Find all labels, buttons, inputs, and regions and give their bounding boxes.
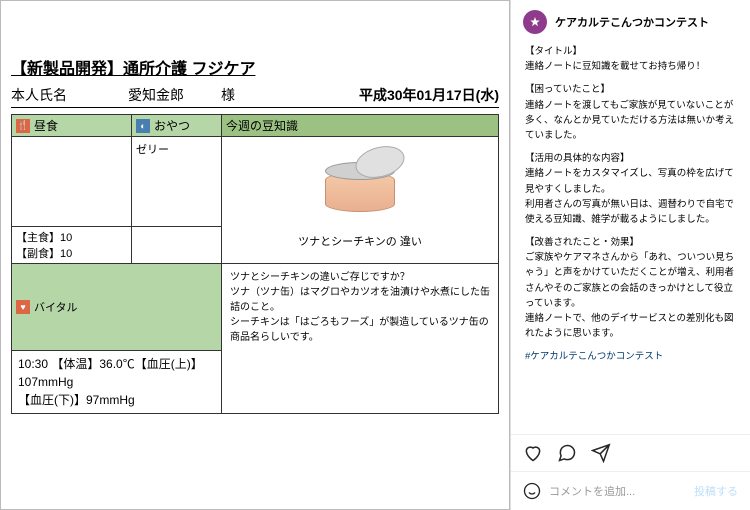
person-suffix: 様 <box>221 85 271 105</box>
vitals-header: ♥ バイタル <box>12 264 222 351</box>
tuna-can-image <box>320 152 400 212</box>
trivia-text-cell: ツナとシーチキンの違いご存じですか？ ツナ（ツナ缶）はマグロやカツオを油漬けや水… <box>222 264 498 351</box>
post-header: ケアカルテこんつかコンテスト <box>511 0 750 44</box>
lunch-footer: 【主食】10 【副食】10 <box>12 227 132 264</box>
document-panel: 【新製品開発】通所介護 フジケア 本人氏名 愛知金郎 様 平成30年01月17日… <box>0 0 510 510</box>
social-panel: ケアカルテこんつかコンテスト 【タイトル】連絡ノートに豆知識を載せてお持ち帰り！… <box>510 0 750 510</box>
care-chart: 🍴 昼食 ◐ おやつ 今週の豆知識 ゼリー <box>11 114 499 414</box>
hashtag[interactable]: #ケアカルテこんつかコンテスト <box>525 349 736 364</box>
lunch-header: 🍴 昼食 <box>12 115 132 137</box>
vitals-icon: ♥ <box>16 300 30 314</box>
trivia-header: 今週の豆知識 <box>222 115 498 137</box>
comment-input[interactable]: コメントを追加... <box>549 483 686 499</box>
share-icon[interactable] <box>591 443 611 463</box>
trivia-caption-cell: ツナとシーチキンの 違い <box>222 227 498 264</box>
person-name: 愛知金郎 <box>91 85 221 105</box>
vitals-body: 10:30 【体温】36.0℃【血圧(上)】107mmHg 【血圧(下)】97m… <box>12 351 222 413</box>
avatar[interactable] <box>523 10 547 34</box>
snack-footer <box>132 227 222 264</box>
post-body: 【タイトル】連絡ノートに豆知識を載せてお持ち帰り！ 【困っていたこと】連絡ノート… <box>511 44 750 434</box>
action-bar <box>511 434 750 471</box>
comment-icon[interactable] <box>557 443 577 463</box>
emoji-icon[interactable] <box>523 482 541 500</box>
comment-bar: コメントを追加... 投稿する <box>511 471 750 510</box>
person-info-row: 本人氏名 愛知金郎 様 平成30年01月17日(水) <box>11 83 499 108</box>
trivia-text-cont <box>222 351 498 413</box>
meal-icon: 🍴 <box>16 119 30 133</box>
trivia-image-cell <box>222 137 498 227</box>
post-button[interactable]: 投稿する <box>694 483 738 499</box>
star-icon <box>529 16 541 28</box>
heart-icon[interactable] <box>523 443 543 463</box>
snack-header: ◐ おやつ <box>132 115 222 137</box>
username[interactable]: ケアカルテこんつかコンテスト <box>555 14 709 30</box>
person-label: 本人氏名 <box>11 85 91 105</box>
lunch-cell <box>12 137 132 227</box>
snack-icon: ◐ <box>136 119 150 133</box>
document-date: 平成30年01月17日(水) <box>271 85 499 105</box>
care-document: 【新製品開発】通所介護 フジケア 本人氏名 愛知金郎 様 平成30年01月17日… <box>11 51 499 414</box>
snack-cell: ゼリー <box>132 137 222 227</box>
document-title: 【新製品開発】通所介護 フジケア <box>11 51 499 83</box>
